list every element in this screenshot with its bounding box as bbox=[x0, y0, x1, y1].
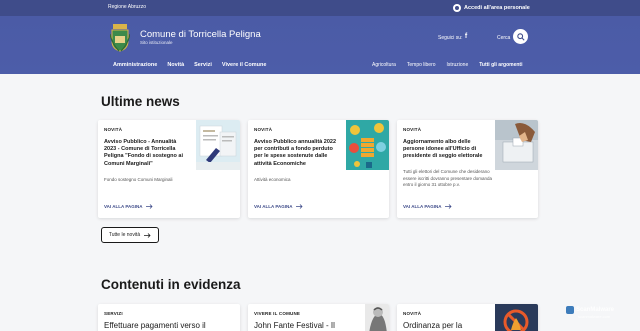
topics-navigation: Agricoltura Tempo libero Istruzione Tutt… bbox=[372, 62, 522, 68]
featured-card[interactable]: NOVITÀ Ordinanza per la bbox=[397, 304, 538, 331]
featured-card[interactable]: SERVIZI Effettuare pagamenti verso il bbox=[98, 304, 240, 331]
user-icon bbox=[453, 4, 461, 12]
site-name[interactable]: Comune di Torricella Peligna bbox=[140, 29, 261, 40]
news-card[interactable]: NOVITÀ Aggiornamento albo delle persone … bbox=[397, 120, 538, 218]
news-card[interactable]: NOVITÀ Avviso Pubblico annualità 2022 pe… bbox=[248, 120, 389, 218]
news-image bbox=[196, 120, 240, 170]
watermark-brand: ScanMalware bbox=[576, 307, 615, 313]
nav-item-novita[interactable]: Novità bbox=[167, 62, 184, 68]
card-category: NOVITÀ bbox=[403, 311, 422, 316]
card-description: Tutti gli elettori del Comune che deside… bbox=[403, 169, 493, 187]
login-button[interactable]: Accedi all'area personale bbox=[453, 3, 530, 13]
card-link[interactable]: VAI ALLA PAGINA bbox=[254, 204, 303, 209]
card-link[interactable]: VAI ALLA PAGINA bbox=[403, 204, 452, 209]
arrow-right-icon bbox=[295, 204, 303, 209]
news-image bbox=[495, 120, 538, 170]
top-bar: Regione Abruzzo Accedi all'area personal… bbox=[0, 0, 640, 16]
all-news-label: Tutte le novità bbox=[108, 232, 141, 238]
card-category: NOVITÀ bbox=[403, 127, 422, 132]
nav-topic-agricoltura[interactable]: Agricoltura bbox=[372, 62, 396, 68]
watermark-sub: scanmalware.com bbox=[578, 314, 611, 319]
card-description: Attività economica bbox=[254, 177, 291, 182]
news-card[interactable]: NOVITÀ Avviso Pubblico - Annualità 2023 … bbox=[98, 120, 240, 218]
card-description: Fondo sostegno Comuni Marginali bbox=[104, 177, 173, 182]
card-link-label: VAI ALLA PAGINA bbox=[403, 204, 442, 209]
card-title[interactable]: John Fante Festival - Il bbox=[254, 321, 335, 330]
site-subtitle: Sito istituzionale bbox=[140, 40, 173, 45]
login-label: Accedi all'area personale bbox=[464, 5, 530, 11]
arrow-right-icon bbox=[145, 204, 153, 209]
card-title[interactable]: Ordinanza per la bbox=[403, 321, 462, 330]
arrow-right-icon bbox=[444, 204, 452, 209]
nav-item-servizi[interactable]: Servizi bbox=[194, 62, 212, 68]
card-category: SERVIZI bbox=[104, 311, 123, 316]
featured-image bbox=[495, 304, 538, 331]
nav-topic-all[interactable]: Tutti gli argomenti bbox=[479, 62, 522, 68]
watermark-icon bbox=[566, 306, 574, 314]
featured-section-title: Contenuti in evidenza bbox=[101, 277, 241, 292]
watermark-logo: ScanMalware bbox=[566, 306, 614, 314]
arrow-right-icon bbox=[144, 232, 151, 238]
card-category: NOVITÀ bbox=[254, 127, 273, 132]
card-title[interactable]: Aggiornamento albo delle persone idonee … bbox=[403, 139, 491, 161]
follow-label: Seguici su: bbox=[438, 35, 463, 41]
featured-card[interactable]: VIVERE IL COMUNE John Fante Festival - I… bbox=[248, 304, 389, 331]
news-section-title: Ultime news bbox=[101, 94, 180, 109]
card-category: NOVITÀ bbox=[104, 127, 123, 132]
main-navigation: Amministrazione Novità Servizi Vivere il… bbox=[113, 62, 266, 68]
card-title[interactable]: Avviso Pubblico - Annualità 2023 - Comun… bbox=[104, 139, 190, 168]
region-link[interactable]: Regione Abruzzo bbox=[108, 4, 146, 10]
nav-item-vivere-il-comune[interactable]: Vivere il Comune bbox=[222, 62, 267, 68]
card-title[interactable]: Effettuare pagamenti verso il bbox=[104, 321, 206, 330]
search-label: Cerca bbox=[497, 35, 511, 41]
news-image bbox=[346, 120, 389, 170]
all-news-button[interactable]: Tutte le novità bbox=[101, 227, 159, 243]
featured-image bbox=[365, 304, 389, 331]
card-link[interactable]: VAI ALLA PAGINA bbox=[104, 204, 153, 209]
facebook-icon[interactable]: f bbox=[462, 33, 470, 41]
coat-of-arms-logo[interactable] bbox=[110, 24, 130, 52]
search-button[interactable] bbox=[513, 29, 528, 44]
nav-item-amministrazione[interactable]: Amministrazione bbox=[113, 62, 157, 68]
card-link-label: VAI ALLA PAGINA bbox=[254, 204, 293, 209]
nav-topic-tempo-libero[interactable]: Tempo libero bbox=[407, 62, 436, 68]
card-title[interactable]: Avviso Pubblico annualità 2022 per contr… bbox=[254, 139, 340, 168]
card-category: VIVERE IL COMUNE bbox=[254, 311, 301, 316]
site-header: Comune di Torricella Peligna Sito istitu… bbox=[0, 16, 640, 74]
nav-topic-istruzione[interactable]: Istruzione bbox=[447, 62, 469, 68]
search-icon bbox=[516, 32, 525, 41]
card-link-label: VAI ALLA PAGINA bbox=[104, 204, 143, 209]
